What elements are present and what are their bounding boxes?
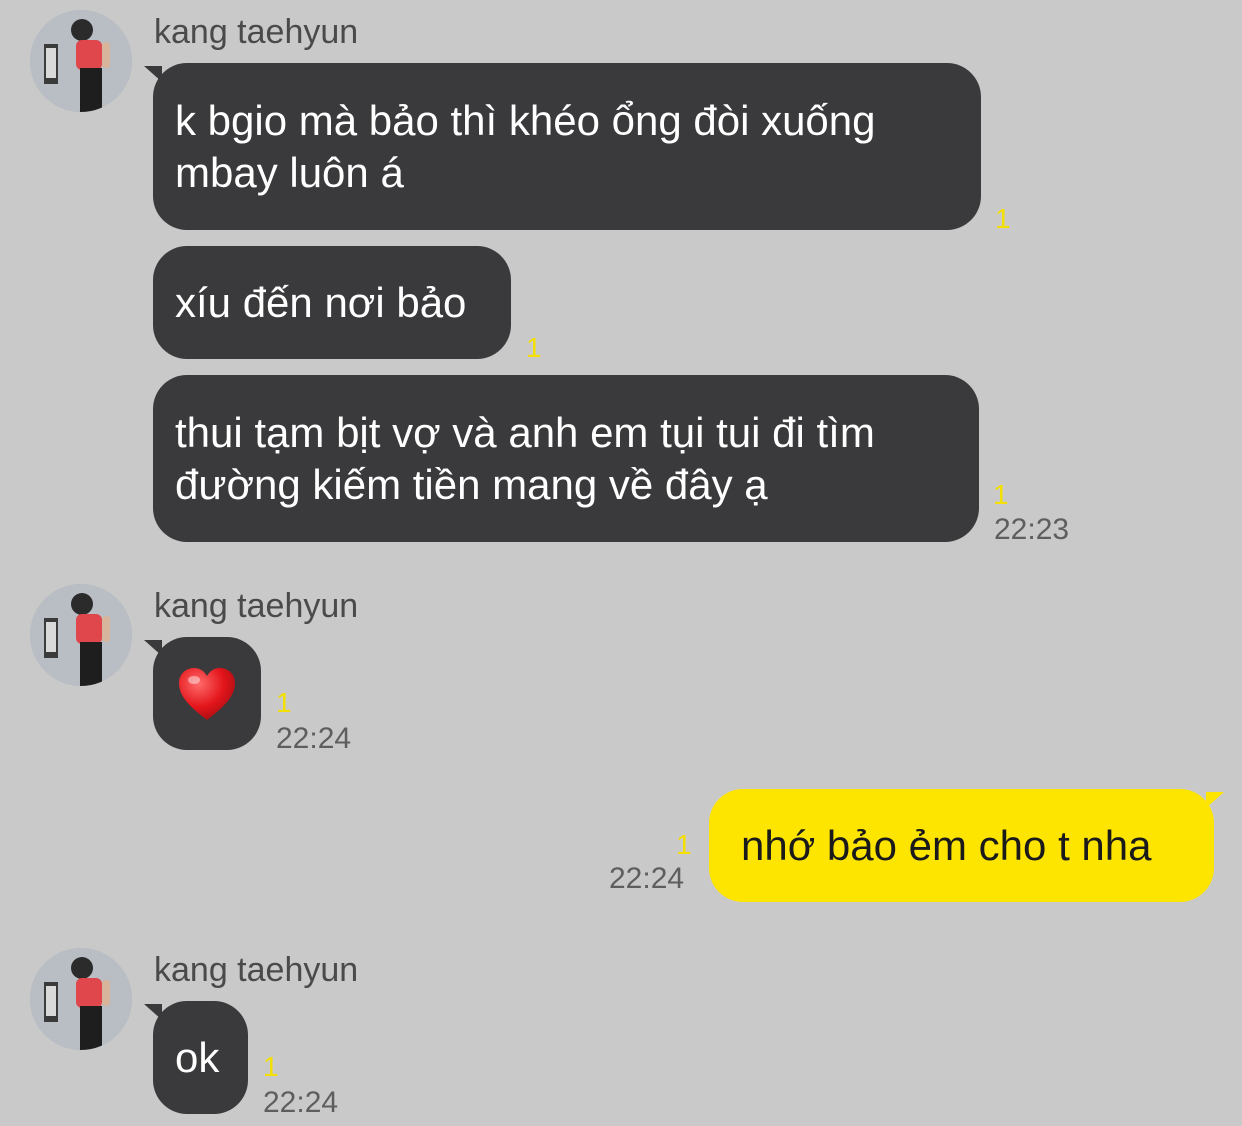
sender-name: kang taehyun	[154, 13, 359, 51]
message-text: xíu đến nơi bảo	[175, 278, 467, 326]
message-time: 22:24	[276, 722, 352, 755]
message-text-line: thui tạm bịt vợ và anh em tụi tui đi tìm	[175, 408, 875, 456]
chat-room[interactable]: kang taehyun k bgio mà bảo thì khéo ổng …	[0, 0, 1242, 1126]
message-bubble[interactable]: nhớ bảo ẻm cho t nha	[709, 789, 1214, 902]
sender-name: kang taehyun	[154, 951, 359, 989]
message-text-line: k bgio mà bảo thì khéo ổng đòi xuống	[175, 96, 876, 144]
sender-name: kang taehyun	[154, 587, 359, 625]
message-time: 22:24	[263, 1086, 339, 1119]
message-bubble[interactable]	[153, 637, 261, 750]
heart-icon	[179, 667, 235, 720]
message-bubble[interactable]: thui tạm bịt vợ và anh em tụi tui đi tìm…	[153, 375, 979, 542]
message-time: 22:23	[994, 513, 1070, 546]
unread-count: 1	[263, 1051, 279, 1082]
message-text-line: đường kiếm tiền mang về đây ạ	[175, 460, 768, 508]
message-bubble[interactable]: k bgio mà bảo thì khéo ổng đòi xuống mba…	[153, 63, 981, 230]
unread-count: 1	[526, 332, 542, 363]
unread-count: 1	[276, 687, 292, 718]
avatar[interactable]	[30, 584, 132, 686]
message-bubble[interactable]: ok	[153, 1001, 248, 1114]
message-text-line: mbay luôn á	[175, 148, 404, 196]
avatar[interactable]	[30, 10, 132, 112]
unread-count: 1	[995, 203, 1011, 234]
message-text: nhớ bảo ẻm cho t nha	[741, 821, 1152, 869]
avatar[interactable]	[30, 948, 132, 1050]
message-text: ok	[175, 1033, 220, 1081]
bubble-tail	[1206, 792, 1224, 808]
unread-count: 1	[676, 829, 692, 860]
message-bubble[interactable]: xíu đến nơi bảo	[153, 246, 511, 359]
unread-count: 1	[993, 479, 1009, 510]
message-time: 22:24	[609, 862, 685, 895]
